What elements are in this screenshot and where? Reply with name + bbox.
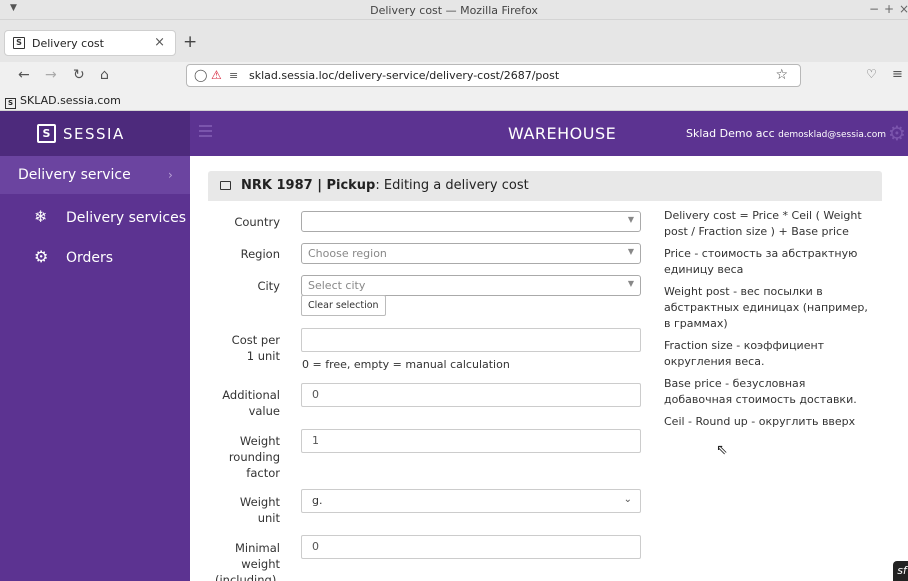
sessia-favicon-icon: S bbox=[13, 37, 25, 49]
country-label: Country bbox=[234, 215, 280, 229]
cubes-icon: ❄ bbox=[34, 207, 48, 226]
weight-unit-label: Weight unit bbox=[239, 495, 280, 525]
region-label: Region bbox=[240, 247, 280, 261]
app-header: S SESSIA WAREHOUSE Sklad Demo acc demosk… bbox=[0, 111, 908, 156]
window-close-button[interactable]: × bbox=[899, 2, 908, 16]
settings-gear-icon[interactable]: ⚙ bbox=[888, 121, 906, 145]
account-email: demosklad@sessia.com bbox=[778, 130, 887, 140]
dropdown-arrow-icon: ▼ bbox=[627, 279, 634, 288]
panel-header: NRK 1987 | Pickup: Editing a delivery co… bbox=[208, 171, 882, 201]
sidebar: Delivery service › ❄ Delivery services ⚙… bbox=[0, 156, 190, 581]
insecure-lock-icon[interactable]: ⚠ bbox=[211, 68, 222, 82]
weight-rounding-input[interactable]: 1 bbox=[301, 429, 641, 453]
sidebar-item-label: Delivery services bbox=[66, 210, 187, 226]
bookmark-label: SKLAD.sessia.com bbox=[20, 94, 121, 107]
tracking-shield-icon[interactable]: ◯ bbox=[194, 68, 207, 82]
permissions-icon[interactable]: ≡ bbox=[229, 69, 238, 82]
cost-per-unit-label: Cost per 1 unit bbox=[231, 333, 280, 363]
reload-icon[interactable]: ↻ bbox=[73, 67, 85, 83]
navigation-bar: ← → ↻ ⌂ ◯ ⚠ ≡ sklad.sessia.loc/delivery-… bbox=[0, 62, 908, 90]
account-info[interactable]: Sklad Demo acc demosklad@sessia.com bbox=[686, 127, 886, 140]
country-select[interactable]: ▼ bbox=[301, 211, 641, 232]
maximize-button[interactable]: + bbox=[884, 2, 894, 16]
symfony-toolbar-icon[interactable]: sf bbox=[893, 561, 908, 581]
region-select[interactable]: Choose region ▼ bbox=[301, 243, 641, 264]
dropdown-arrow-icon: ▼ bbox=[627, 247, 634, 256]
back-arrow-icon[interactable]: ← bbox=[18, 67, 30, 83]
sidebar-item-delivery-services[interactable]: ❄ Delivery services bbox=[0, 201, 190, 237]
info-line: Weight post - вес посылки в абстрактных … bbox=[664, 285, 868, 330]
info-line: Fraction size - коэффициент округления в… bbox=[664, 339, 825, 368]
sidebar-item-orders[interactable]: ⚙ Orders bbox=[0, 241, 190, 277]
tab-bar: S Delivery cost × + bbox=[0, 20, 908, 62]
tab-close-icon[interactable]: × bbox=[154, 35, 165, 50]
mouse-cursor-icon: ⇖ bbox=[716, 442, 728, 458]
bookmark-sklad[interactable]: S SKLAD.sessia.com bbox=[5, 94, 121, 109]
additional-value-input[interactable]: 0 bbox=[301, 383, 641, 407]
formula-info: Delivery cost = Price * Ceil ( Weight po… bbox=[664, 208, 874, 436]
gear-icon: ⚙ bbox=[34, 247, 49, 266]
info-line: Delivery cost = Price * Ceil ( Weight po… bbox=[664, 209, 862, 238]
tab-title: Delivery cost bbox=[32, 37, 104, 50]
weight-unit-select[interactable]: g. ⌄ bbox=[301, 489, 641, 513]
main-content: NRK 1987 | Pickup: Editing a delivery co… bbox=[190, 156, 908, 581]
hamburger-menu-icon[interactable] bbox=[199, 125, 212, 140]
minimize-button[interactable]: − bbox=[869, 2, 879, 16]
forward-arrow-icon[interactable]: → bbox=[45, 67, 57, 83]
weight-rounding-label: Weight rounding factor bbox=[228, 434, 280, 480]
chevron-right-icon: › bbox=[168, 168, 173, 182]
url-bar[interactable]: ◯ ⚠ ≡ sklad.sessia.loc/delivery-service/… bbox=[186, 64, 801, 87]
dropdown-arrow-icon: ▼ bbox=[627, 215, 634, 224]
info-line: Base price - безусловная добавочная стои… bbox=[664, 377, 857, 406]
window-titlebar: ▼ Delivery cost — Mozilla Firefox − + × bbox=[0, 0, 908, 20]
logo-text: SESSIA bbox=[63, 125, 125, 143]
logo[interactable]: S SESSIA bbox=[0, 111, 190, 156]
bookmarks-bar: S SKLAD.sessia.com bbox=[0, 90, 908, 111]
info-line: Ceil - Round up - округлить вверх bbox=[664, 415, 856, 428]
account-name: Sklad Demo acc bbox=[686, 127, 775, 140]
clear-selection-button[interactable]: Clear selection bbox=[301, 295, 386, 316]
home-icon[interactable]: ⌂ bbox=[100, 67, 109, 83]
sidebar-group-label: Delivery service bbox=[18, 167, 131, 183]
sidebar-item-label: Orders bbox=[66, 250, 114, 266]
section-title: WAREHOUSE bbox=[508, 124, 617, 143]
city-label: City bbox=[257, 279, 280, 293]
sidebar-group-delivery-service[interactable]: Delivery service › bbox=[0, 156, 190, 194]
menu-icon[interactable]: ≡ bbox=[892, 67, 903, 82]
sessia-logo-icon: S bbox=[37, 124, 56, 143]
pocket-icon[interactable]: ♡ bbox=[866, 67, 877, 81]
info-line: Price - стоимость за абстрактную единицу… bbox=[664, 247, 858, 276]
bookmark-star-icon[interactable]: ☆ bbox=[775, 67, 788, 83]
window-icon bbox=[220, 181, 231, 190]
panel-title: NRK 1987 | Pickup: Editing a delivery co… bbox=[241, 178, 529, 193]
city-select[interactable]: Select city ▼ bbox=[301, 275, 641, 296]
minimal-weight-input[interactable]: 0 bbox=[301, 535, 641, 559]
url-text[interactable]: sklad.sessia.loc/delivery-service/delive… bbox=[249, 69, 559, 82]
cost-per-unit-input[interactable] bbox=[301, 328, 641, 352]
window-title: Delivery cost — Mozilla Firefox bbox=[370, 4, 538, 17]
sessia-favicon-icon: S bbox=[5, 98, 16, 109]
new-tab-button[interactable]: + bbox=[183, 32, 197, 52]
additional-value-label: Additional value bbox=[222, 388, 280, 418]
cost-per-unit-help: 0 = free, empty = manual calculation bbox=[302, 358, 510, 371]
tab-delivery-cost[interactable]: S Delivery cost × bbox=[4, 30, 176, 56]
chevron-down-icon: ⌄ bbox=[623, 494, 632, 505]
minimal-weight-label: Minimal weight (including), bbox=[214, 541, 280, 581]
